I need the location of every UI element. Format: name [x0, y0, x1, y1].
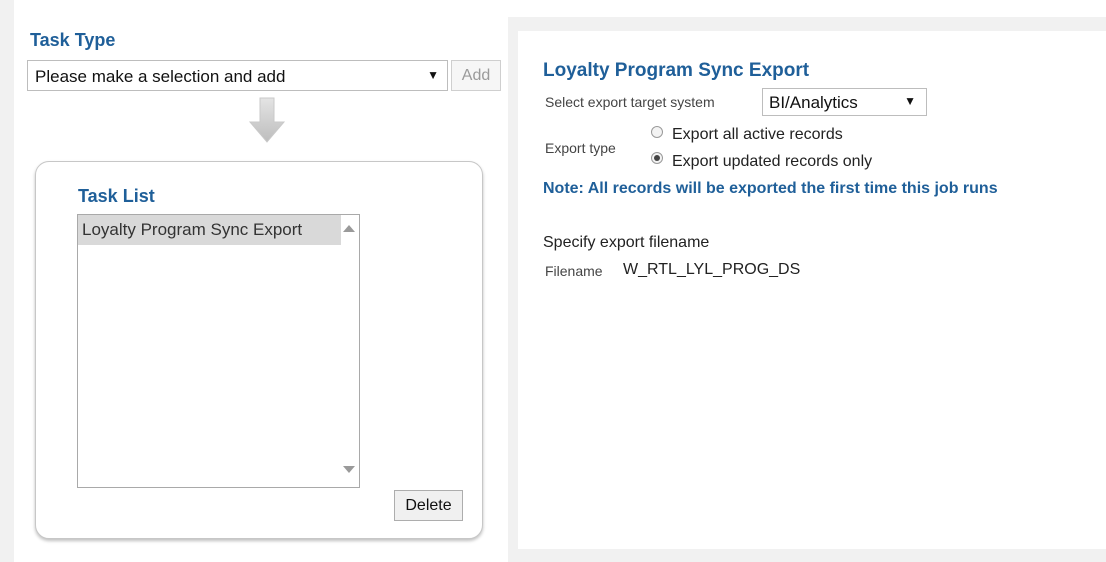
radio-export-updated[interactable] [651, 152, 663, 164]
target-system-select[interactable]: BI/Analytics ▼ [762, 88, 927, 116]
task-type-select[interactable]: Please make a selection and add ▼ [27, 60, 448, 91]
export-title: Loyalty Program Sync Export [543, 60, 810, 81]
scroll-up-arrow-icon[interactable] [343, 225, 355, 232]
target-system-value: BI/Analytics [769, 93, 858, 112]
radio-export-all[interactable] [651, 126, 663, 138]
filename-value: W_RTL_LYL_PROG_DS [623, 261, 801, 278]
export-type-label: Export type [545, 140, 616, 156]
filename-label: Filename [545, 263, 603, 279]
radio-export-all-label[interactable]: Export all active records [672, 126, 843, 144]
chevron-down-icon: ▼ [904, 94, 916, 108]
task-type-heading: Task Type [30, 30, 116, 50]
task-type-select-value: Please make a selection and add [35, 67, 286, 86]
delete-button[interactable]: Delete [394, 490, 463, 521]
list-item-label: Loyalty Program Sync Export [82, 220, 303, 239]
listbox-scrollbar[interactable] [341, 215, 359, 487]
export-note: Note: All records will be exported the f… [543, 180, 998, 197]
task-list-heading: Task List [78, 186, 155, 206]
list-item[interactable]: Loyalty Program Sync Export [78, 215, 342, 245]
target-system-label: Select export target system [545, 94, 715, 110]
radio-export-updated-label[interactable]: Export updated records only [672, 153, 872, 171]
down-arrow-icon [248, 97, 286, 143]
task-listbox[interactable]: Loyalty Program Sync Export [77, 214, 360, 488]
add-button[interactable]: Add [451, 60, 501, 91]
filename-heading: Specify export filename [543, 234, 710, 251]
left-edge-divider [0, 0, 14, 562]
chevron-down-icon: ▼ [427, 68, 439, 82]
scroll-down-arrow-icon[interactable] [343, 466, 355, 473]
